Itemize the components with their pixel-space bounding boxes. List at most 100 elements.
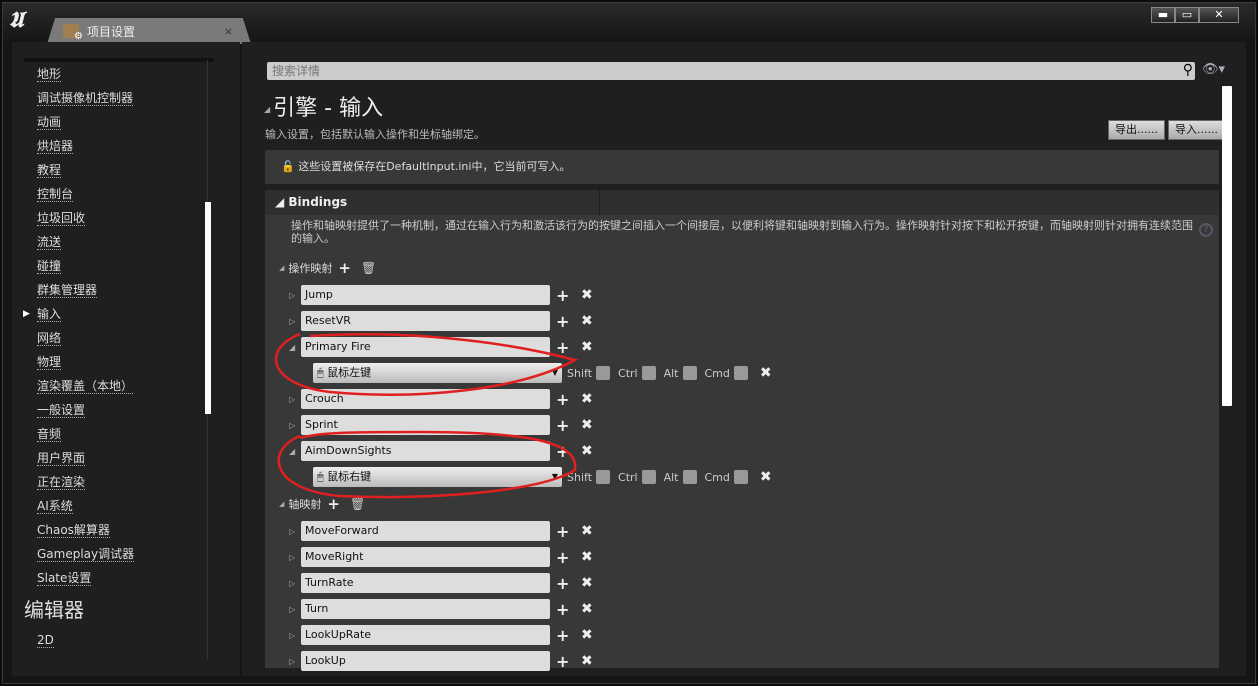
view-options-eye-icon[interactable]: 👁▾ (1202, 62, 1225, 77)
key-select[interactable]: 🖱 鼠标左键 ▼ (313, 363, 562, 383)
modifier-checkbox[interactable] (682, 470, 697, 484)
sidebar-item[interactable]: Gameplay调试器 (37, 542, 135, 566)
sidebar-item[interactable]: 地形 (37, 62, 134, 86)
remove-icon[interactable]: ✖ (581, 653, 593, 669)
sidebar-item[interactable]: 网络 (37, 326, 134, 350)
sidebar-item[interactable]: AI系统 (37, 494, 134, 518)
add-key-icon[interactable]: + (556, 652, 569, 671)
remove-icon[interactable]: ✖ (581, 523, 593, 539)
modifier-checkbox[interactable] (641, 470, 656, 484)
expand-arrow-icon[interactable]: ▷ (289, 421, 295, 430)
add-key-icon[interactable]: + (556, 626, 569, 645)
trash-icon[interactable]: 🗑 (361, 261, 376, 275)
expand-arrow-icon[interactable]: ▷ (289, 605, 295, 614)
expand-arrow-icon[interactable]: ▷ (289, 579, 295, 588)
sidebar-item[interactable]: 调试摄像机控制器 (37, 86, 134, 110)
expand-arrow-icon[interactable]: ▷ (289, 631, 295, 640)
action-mappings-header[interactable]: ◢ 操作映射 + 🗑 (265, 254, 1219, 282)
mapping-name-input[interactable]: Turn (301, 599, 550, 619)
sidebar-item[interactable]: 垃圾回收 (37, 206, 134, 230)
sidebar-item[interactable]: 物理 (37, 350, 134, 374)
search-input[interactable]: 搜索详情 ⚲ (267, 62, 1195, 80)
modifier-checkbox[interactable] (733, 470, 748, 484)
sidebar-item[interactable]: 用户界面 (37, 446, 134, 470)
sidebar-item[interactable]: 流送 (37, 230, 134, 254)
sidebar-item[interactable]: 一般设置 (37, 398, 134, 422)
mapping-name-input[interactable]: AimDownSights (301, 441, 550, 461)
modifier-checkbox[interactable] (682, 366, 697, 380)
add-key-icon[interactable]: + (556, 442, 569, 461)
maximize-button[interactable]: ▭ (1175, 7, 1199, 23)
add-mapping-icon[interactable]: + (338, 259, 351, 277)
trash-icon[interactable]: 🗑 (350, 497, 365, 511)
mapping-name-input[interactable]: MoveRight (301, 547, 550, 567)
sidebar-item[interactable]: 正在渲染 (37, 470, 134, 494)
mapping-name-input[interactable]: LookUp (301, 651, 550, 671)
sidebar-item[interactable]: 动画 (37, 110, 134, 134)
mapping-name-input[interactable]: TurnRate (301, 573, 550, 593)
expand-arrow-icon[interactable]: ▷ (289, 291, 295, 300)
export-button[interactable]: 导出...... (1108, 120, 1165, 140)
sidebar-item[interactable]: 2D (37, 628, 134, 652)
add-mapping-icon[interactable]: + (327, 495, 340, 513)
add-key-icon[interactable]: + (556, 312, 569, 331)
add-key-icon[interactable]: + (556, 574, 569, 593)
sidebar-item[interactable]: 渲染覆盖（本地） (37, 374, 134, 398)
collapse-arrow-icon[interactable]: ◢ (289, 447, 295, 456)
remove-icon[interactable]: ✖ (581, 313, 593, 329)
sidebar-scrollbar[interactable] (205, 202, 211, 414)
remove-icon[interactable]: ✖ (581, 391, 593, 407)
remove-icon[interactable]: ✖ (581, 443, 593, 459)
expand-arrow-icon[interactable]: ▷ (289, 395, 295, 404)
sidebar-item[interactable]: 群集管理器 (37, 278, 134, 302)
remove-icon[interactable]: ✖ (581, 575, 593, 591)
add-key-icon[interactable]: + (556, 522, 569, 541)
add-key-icon[interactable]: + (556, 600, 569, 619)
modifier-checkbox[interactable] (596, 470, 611, 484)
sidebar-item[interactable]: 烘焙器 (37, 134, 134, 158)
expand-arrow-icon[interactable]: ▷ (289, 657, 295, 666)
key-select[interactable]: 🖱 鼠标右键 ▼ (313, 467, 562, 487)
add-key-icon[interactable]: + (556, 338, 569, 357)
minimize-button[interactable]: ▬ (1151, 7, 1175, 23)
mapping-name-input[interactable]: ResetVR (301, 311, 550, 331)
expand-arrow-icon[interactable]: ▷ (289, 317, 295, 326)
sidebar-item[interactable]: 输入 (23, 302, 134, 326)
remove-icon[interactable]: ✖ (581, 287, 593, 303)
sidebar-item[interactable]: Chaos解算器 (37, 518, 134, 542)
tab-close-button[interactable]: × (224, 25, 233, 38)
close-button[interactable]: ✕ (1199, 7, 1239, 23)
modifier-checkbox[interactable] (733, 366, 748, 380)
sidebar-item[interactable]: 教程 (37, 158, 134, 182)
sidebar-item[interactable]: 碰撞 (37, 254, 134, 278)
add-key-icon[interactable]: + (556, 286, 569, 305)
bindings-header[interactable]: ◢ Bindings (265, 190, 1219, 215)
mapping-name-input[interactable]: Primary Fire (301, 337, 550, 357)
axis-mappings-header[interactable]: ◢ 轴映射 + 🗑 (265, 490, 1219, 518)
sidebar-section-editor[interactable]: 编辑器 (24, 590, 134, 628)
mapping-name-input[interactable]: LookUpRate (301, 625, 550, 645)
expand-arrow-icon[interactable]: ▷ (289, 527, 295, 536)
modifier-checkbox[interactable] (596, 366, 611, 380)
remove-icon[interactable]: ✖ (581, 627, 593, 643)
help-icon[interactable]: ? (1199, 223, 1213, 237)
modifier-checkbox[interactable] (641, 366, 656, 380)
sidebar-item[interactable]: 控制台 (37, 182, 134, 206)
add-key-icon[interactable]: + (556, 416, 569, 435)
details-scrollbar[interactable] (1222, 86, 1232, 406)
remove-icon[interactable]: ✖ (581, 601, 593, 617)
sidebar-item[interactable]: Slate设置 (37, 566, 134, 590)
collapse-arrow-icon[interactable]: ◢ (289, 343, 295, 352)
tab-project-settings[interactable]: 项目设置 × (47, 18, 251, 44)
sidebar-item[interactable]: 音频 (37, 422, 134, 446)
mapping-name-input[interactable]: MoveForward (301, 521, 550, 541)
add-key-icon[interactable]: + (556, 390, 569, 409)
import-button[interactable]: 导入...... (1168, 120, 1225, 140)
mapping-name-input[interactable]: Sprint (301, 415, 550, 435)
mapping-name-input[interactable]: Jump (301, 285, 550, 305)
remove-icon[interactable]: ✖ (581, 549, 593, 565)
remove-key-icon[interactable]: ✖ (760, 469, 772, 485)
mapping-name-input[interactable]: Crouch (301, 389, 550, 409)
add-key-icon[interactable]: + (556, 548, 569, 567)
remove-key-icon[interactable]: ✖ (760, 365, 772, 381)
